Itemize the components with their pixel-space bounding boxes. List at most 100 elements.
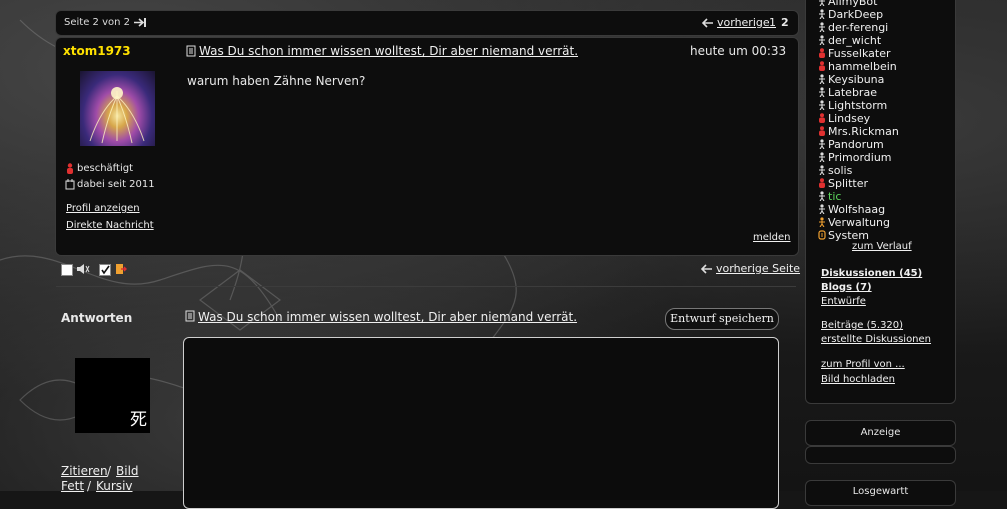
online-user-item[interactable]: AlimyBot <box>818 0 877 8</box>
drafts-link[interactable]: Entwürfe <box>821 296 866 307</box>
author-status: beschäftigt <box>77 163 133 174</box>
author-avatar[interactable] <box>80 71 155 146</box>
bottom-panel-label: Losgewartt <box>852 486 909 497</box>
busy-person-icon <box>818 178 826 188</box>
online-user-item[interactable]: tic <box>818 190 841 203</box>
person-icon <box>818 87 826 98</box>
last-page-icon[interactable] <box>132 16 148 32</box>
separator: / <box>107 464 112 478</box>
reply-textarea[interactable] <box>183 337 779 509</box>
profile-link[interactable]: Profil anzeigen <box>66 203 140 214</box>
report-link[interactable]: melden <box>753 232 791 243</box>
speaker-icon[interactable] <box>76 263 90 278</box>
post-body: warum haben Zähne Nerven? <box>187 74 366 88</box>
online-user-item[interactable]: Lightstorm <box>818 99 887 112</box>
person-icon <box>818 165 826 176</box>
history-link[interactable]: zum Verlauf <box>852 241 912 252</box>
person-icon <box>818 35 826 46</box>
person-icon <box>818 204 826 215</box>
busy-status-icon <box>66 163 74 177</box>
person-icon <box>818 74 826 85</box>
direct-message-link[interactable]: Direkte Nachricht <box>66 220 154 231</box>
online-user-item[interactable]: DarkDeep <box>818 8 883 21</box>
online-user-item[interactable]: Wolfshaag <box>818 203 885 216</box>
online-user-name[interactable]: Verwaltung <box>828 216 890 229</box>
reply-document-icon <box>185 310 195 325</box>
busy-person-icon <box>818 126 826 136</box>
busy-person-icon <box>818 113 826 123</box>
online-user-item[interactable]: Verwaltung <box>818 216 890 229</box>
online-user-item[interactable]: Fusselkater <box>818 47 891 60</box>
online-user-item[interactable]: Pandorum <box>818 138 884 151</box>
reply-heading: Antworten <box>61 311 133 325</box>
reply-title-link[interactable]: Was Du schon immer wissen wolltest, Dir … <box>198 310 577 324</box>
online-user-name[interactable]: Primordium <box>828 151 892 164</box>
online-user-name[interactable]: der-ferengi <box>828 21 888 34</box>
online-user-name[interactable]: AlimyBot <box>828 0 877 8</box>
online-user-item[interactable]: Lindsey <box>818 112 870 125</box>
online-user-name[interactable]: Latebrae <box>828 86 877 99</box>
quote-link[interactable]: Zitieren <box>61 464 108 478</box>
upload-image-link[interactable]: Bild hochladen <box>821 374 895 385</box>
member-since: dabei seit 2011 <box>77 179 155 190</box>
avatar-artwork <box>89 87 145 144</box>
profile-of-link[interactable]: zum Profil von ... <box>821 359 905 370</box>
person-icon <box>818 139 826 150</box>
divider <box>56 286 796 287</box>
online-user-item[interactable]: Mrs.Rickman <box>818 125 899 138</box>
online-user-name[interactable]: Lightstorm <box>828 99 887 112</box>
checked-checkbox[interactable] <box>99 264 111 276</box>
online-user-item[interactable]: solis <box>818 164 852 177</box>
prev-page-link[interactable]: vorherige <box>717 16 770 29</box>
image-link[interactable]: Bild <box>116 464 139 478</box>
online-user-name[interactable]: Keysibuna <box>828 73 884 86</box>
online-user-item[interactable]: Primordium <box>818 151 892 164</box>
online-user-name[interactable]: Splitter <box>828 177 868 190</box>
user-avatar[interactable]: 死 <box>75 358 150 433</box>
online-user-item[interactable]: der_wicht <box>818 34 881 47</box>
busy-person-icon <box>818 48 826 58</box>
post-author[interactable]: xtom1973 <box>63 44 131 58</box>
online-user-name[interactable]: tic <box>828 190 841 203</box>
online-user-item[interactable]: der-ferengi <box>818 21 888 34</box>
person-icon <box>818 191 826 202</box>
online-user-name[interactable]: hammelbein <box>828 60 897 73</box>
page-link-1[interactable]: 1 <box>769 16 776 29</box>
back-arrow-icon[interactable] <box>701 17 715 32</box>
online-user-item[interactable]: hammelbein <box>818 60 897 73</box>
online-user-name[interactable]: solis <box>828 164 852 177</box>
export-icon[interactable] <box>115 263 127 278</box>
admin-person-icon <box>818 217 826 228</box>
post-title-link[interactable]: Was Du schon immer wissen wolltest, Dir … <box>199 44 578 58</box>
online-user-name[interactable]: Lindsey <box>828 112 870 125</box>
online-user-name[interactable]: der_wicht <box>828 34 881 47</box>
busy-person-icon <box>818 61 826 71</box>
online-user-item[interactable]: Splitter <box>818 177 868 190</box>
online-user-name[interactable]: DarkDeep <box>828 8 883 21</box>
discussions-link[interactable]: Diskussionen (45) <box>821 268 922 279</box>
back-arrow-icon-bottom[interactable] <box>700 263 714 278</box>
online-user-name[interactable]: Fusselkater <box>828 47 891 60</box>
online-user-name[interactable]: Mrs.Rickman <box>828 125 899 138</box>
created-discussions-link[interactable]: erstellte Diskussionen <box>821 334 931 345</box>
person-icon <box>818 22 826 33</box>
person-icon <box>818 100 826 111</box>
online-user-item[interactable]: Latebrae <box>818 86 877 99</box>
posts-link[interactable]: Beiträge (5.320) <box>821 320 903 331</box>
post-panel: xtom1973 beschäftigt dabei seit 2011 Pro… <box>55 37 799 256</box>
calendar-icon <box>65 179 75 193</box>
online-user-item[interactable]: Keysibuna <box>818 73 884 86</box>
ad-panel-header: Anzeige <box>805 420 956 446</box>
prev-page-link-bottom[interactable]: vorherige Seite <box>716 262 800 275</box>
select-checkbox[interactable] <box>61 264 73 276</box>
online-user-name[interactable]: Wolfshaag <box>828 203 885 216</box>
avatar-glyph: 死 <box>130 410 147 430</box>
save-draft-button[interactable]: Entwurf speichern <box>665 308 779 330</box>
post-time: heute um 00:33 <box>690 44 787 58</box>
system-icon <box>818 230 826 240</box>
person-icon <box>818 9 826 20</box>
online-user-name[interactable]: Pandorum <box>828 138 884 151</box>
blogs-link[interactable]: Blogs (7) <box>821 282 872 293</box>
document-icon <box>186 45 196 60</box>
current-page: 2 <box>781 16 789 29</box>
